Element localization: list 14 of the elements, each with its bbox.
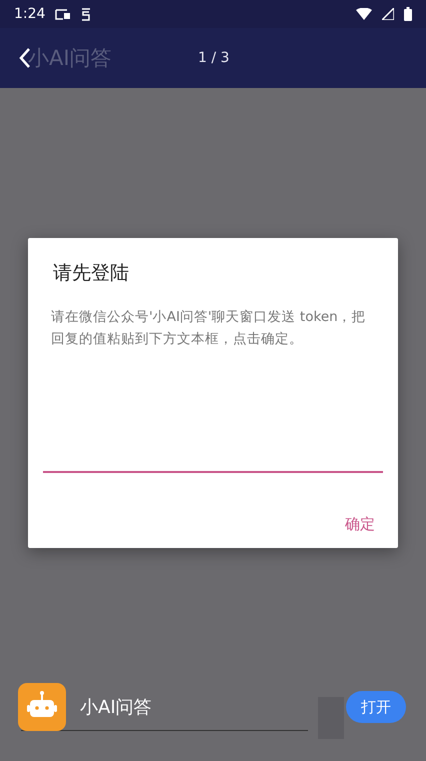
wifi-icon xyxy=(356,8,372,20)
confirm-button[interactable]: 确定 xyxy=(337,509,383,540)
status-time: 1:24 xyxy=(14,6,46,22)
robot-app-icon[interactable] xyxy=(18,683,66,731)
page-counter: 1 / 3 xyxy=(198,50,230,66)
signal-icon xyxy=(382,8,394,20)
cast-icon xyxy=(55,8,72,20)
open-button[interactable]: 打开 xyxy=(346,691,406,723)
app-name: 小AI问答 xyxy=(80,696,152,719)
app-title: 小AI问答 xyxy=(28,45,112,72)
sync-icon xyxy=(81,8,92,20)
dialog-message: 请在微信公众号'小AI问答'聊天窗口发送 token，把回复的值粘贴到下方文本框，点击确定。 xyxy=(50,308,367,349)
battery-icon xyxy=(404,7,412,21)
dialog-title: 请先登陆 xyxy=(52,261,130,286)
